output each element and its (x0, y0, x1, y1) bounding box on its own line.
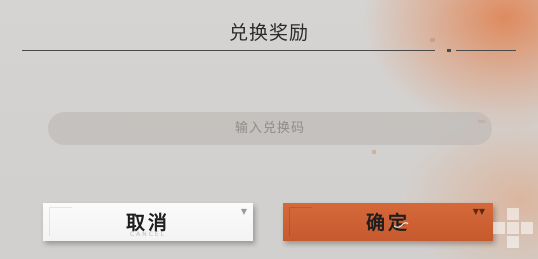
watermark-icon (493, 208, 535, 250)
dialog-title: 兑换奖励 (228, 22, 309, 44)
cancel-button-sublabel: CANCEL (129, 231, 167, 238)
decor-speck (372, 150, 376, 154)
confirm-button-label: 确定 (365, 212, 410, 234)
cancel-button[interactable]: ▼ 取消 CANCEL (43, 203, 253, 241)
redeem-dialog: 兑换奖励 ▼ 取消 CANCEL ▼▼ 确定 (0, 0, 538, 259)
swirl-decor-icon (393, 222, 409, 228)
redeem-code-input[interactable] (48, 112, 492, 145)
title-divider (22, 50, 435, 51)
confirm-button[interactable]: ▼▼ 确定 (283, 203, 493, 241)
title-divider-right (456, 50, 516, 51)
title-divider-dot (447, 49, 451, 52)
